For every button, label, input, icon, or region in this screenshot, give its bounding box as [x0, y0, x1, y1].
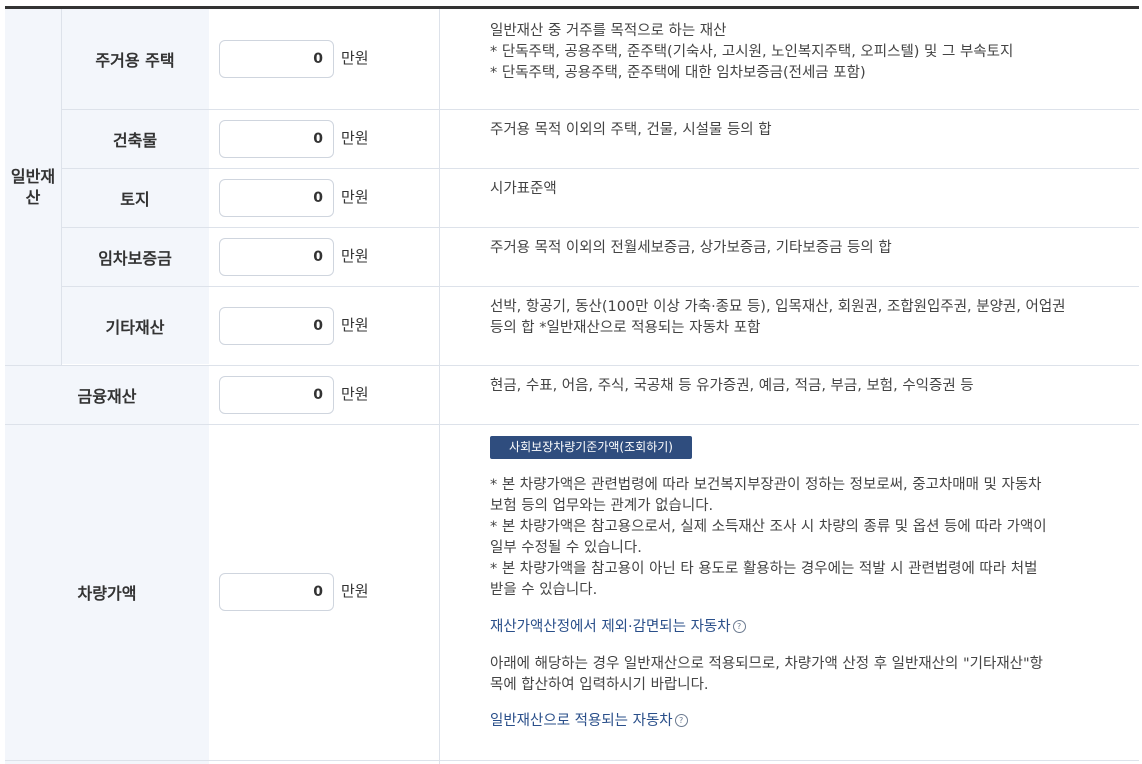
vehicle-notes: * 본 차량가액은 관련법령에 따라 보건복지부장관이 정하는 정보로써, 중고… [490, 477, 1047, 598]
building-amount-input[interactable] [219, 120, 334, 158]
exempt-vehicle-link[interactable]: 재산가액산정에서 제외·감면되는 자동차 [490, 619, 731, 635]
financial-assets-description: 현금, 수표, 어음, 주식, 국공채 등 유가증권, 예금, 적금, 부금, … [490, 378, 974, 394]
unit-label: 만원 [341, 247, 369, 265]
lease-deposit-label: 임차보증금 [98, 248, 172, 268]
vehicle-info-text: 아래에 해당하는 경우 일반재산으로 적용되므로, 차량가액 산정 후 일반재산… [490, 656, 1044, 693]
land-label: 토지 [120, 189, 150, 209]
general-vehicle-link-row: 일반재산으로 적용되는 자동차? [490, 711, 1135, 732]
housing-amount-input[interactable] [219, 40, 334, 78]
general-vehicle-link[interactable]: 일반재산으로 적용되는 자동차 [490, 713, 673, 729]
unit-label: 만원 [341, 316, 369, 334]
vehicle-value-label: 차량가액 [77, 584, 137, 603]
divider [5, 760, 1139, 761]
lease-deposit-description: 주거용 목적 이외의 전월세보증금, 상가보증금, 기타보증금 등의 합 [490, 240, 892, 256]
general-assets-group-label: 일반재산 [10, 167, 56, 207]
building-label: 건축물 [112, 130, 158, 150]
land-amount-input[interactable] [219, 179, 334, 217]
unit-label: 만원 [341, 49, 369, 67]
financial-assets-label: 금융재산 [77, 386, 137, 406]
help-icon[interactable]: ? [732, 620, 746, 633]
unit-label: 만원 [341, 129, 369, 147]
unit-label: 만원 [341, 582, 369, 600]
financial-assets-amount-input[interactable] [219, 376, 334, 414]
vehicle-value-amount-input[interactable] [219, 573, 334, 611]
unit-label: 만원 [341, 385, 369, 403]
divider [61, 168, 1139, 169]
vehicle-price-lookup-button[interactable]: 사회보장차량기준가액(조회하기) [490, 436, 692, 459]
help-icon[interactable]: ? [674, 714, 688, 727]
unit-label: 만원 [341, 188, 369, 206]
divider [61, 286, 1139, 287]
exempt-vehicle-link-row: 재산가액산정에서 제외·감면되는 자동차? [490, 617, 1135, 638]
lease-deposit-amount-input[interactable] [219, 238, 334, 276]
building-description: 주거용 목적 이외의 주택, 건물, 시설물 등의 합 [490, 122, 772, 138]
housing-label: 주거용 주택 [95, 51, 175, 70]
divider [439, 9, 440, 764]
other-assets-amount-input[interactable] [219, 307, 334, 345]
housing-description: 일반재산 중 거주를 목적으로 하는 재산 * 단독주택, 공용주택, 준주택(… [490, 23, 1014, 81]
other-assets-label: 기타재산 [105, 317, 165, 337]
other-assets-description: 선박, 항공기, 동산(100만 이상 가축·종묘 등), 입목재산, 회원권,… [490, 299, 1066, 336]
divider [61, 109, 1139, 110]
land-description: 시가표준액 [490, 181, 557, 197]
divider [61, 227, 1139, 228]
